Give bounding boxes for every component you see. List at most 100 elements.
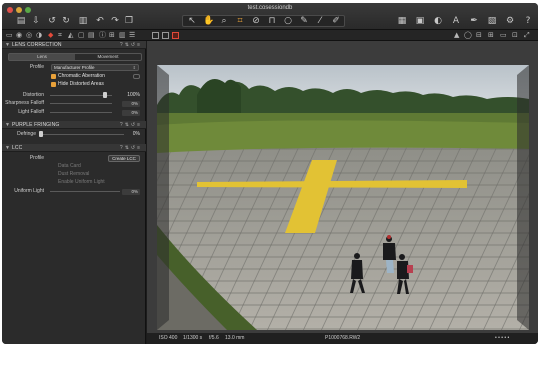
collapse-triangle-icon[interactable]: ▼	[5, 121, 10, 129]
compare-icon[interactable]: ▧	[487, 16, 497, 26]
sharpness-falloff-value[interactable]: 0%	[122, 101, 140, 107]
chromatic-aberration-checkbox[interactable]	[51, 74, 56, 79]
local-adjust-tab-icon[interactable]: ▢	[78, 30, 85, 41]
color-tab-icon[interactable]: ◎	[26, 30, 32, 41]
focus-mask-icon[interactable]: ◯	[464, 30, 472, 41]
profile-select[interactable]: Manufacturer Profile ⇕	[51, 64, 139, 71]
app-window: test.cosessiondb ▤ ⇩ ↺ ↻ ▥ ↶ ↷ ❐ ↖ ✋ ⌕ ⌗…	[2, 3, 538, 344]
exposure-tab-icon[interactable]: ◑	[36, 30, 42, 41]
sharpness-falloff-label: Sharpness Falloff	[5, 100, 44, 106]
window-title: test.cosessiondb	[247, 5, 293, 11]
circle-icon[interactable]: ○	[283, 16, 293, 26]
text-icon[interactable]: A	[451, 16, 461, 26]
folder-icon[interactable]: ▤	[16, 16, 26, 26]
cursor-tools-group: ↖ ✋ ⌕ ⌗ ⊘ ⊓ ○ ✎ ⁄ ✐	[182, 15, 345, 27]
create-lcc-button[interactable]: Create LCC	[108, 155, 140, 162]
photo-preview[interactable]	[157, 65, 529, 330]
navigator-icon[interactable]: ⊡	[512, 30, 518, 41]
purple-fringing-header[interactable]: ▼ PURPLE FRINGING ?⇅↺≡	[2, 121, 146, 129]
library-tab-icon[interactable]: ▭	[6, 30, 13, 41]
aperture-readout: f/5.6	[209, 335, 219, 341]
distortion-label: Distortion	[22, 92, 44, 98]
defringe-slider[interactable]	[40, 134, 124, 135]
focal-length-readout: 13.0 mm	[225, 335, 245, 341]
filename-label: P1000768.RW2	[325, 335, 361, 341]
proof-icon[interactable]: ▭	[500, 30, 507, 41]
trash-icon[interactable]: ▥	[78, 16, 88, 26]
fullscreen-icon[interactable]: ⤢	[524, 30, 530, 41]
shutter-readout: 1/1300 s	[183, 335, 203, 341]
eyedropper-icon[interactable]: ⁄	[315, 16, 325, 26]
section-title: LENS CORRECTION	[12, 42, 62, 48]
profile-label: Profile	[29, 64, 44, 70]
tab-movement[interactable]: Movement	[75, 54, 141, 60]
layout-icon[interactable]: ▣	[415, 16, 425, 26]
adjustments-tab-icon[interactable]: ▤	[88, 30, 95, 41]
guides-icon[interactable]: ⊞	[488, 30, 494, 41]
hide-distorted-label: Hide Distorted Areas	[58, 81, 104, 87]
sharpness-falloff-slider[interactable]	[50, 103, 112, 104]
zoom-icon[interactable]: ⌕	[219, 16, 229, 26]
chromatic-options-button[interactable]	[133, 74, 140, 79]
brush-adjust-icon[interactable]: ✒	[469, 16, 479, 26]
dust-removal-option: Dust Removal	[58, 171, 90, 177]
metadata-tab-icon[interactable]: ⓘ	[99, 30, 106, 41]
capture-tab-icon[interactable]: ◉	[16, 30, 22, 41]
batch-tab-icon[interactable]: ▥	[119, 30, 126, 41]
cursor-icon[interactable]: ↖	[187, 16, 197, 26]
composition-tab-icon[interactable]: ⌗	[58, 30, 62, 41]
view-single-icon[interactable]	[152, 32, 159, 39]
lcc-profile-label: Profile	[29, 155, 44, 161]
annotate-icon[interactable]: ✐	[331, 16, 341, 26]
section-controls[interactable]: ?⇅↺≡	[120, 144, 142, 152]
exposure-icon[interactable]: ◐	[433, 16, 443, 26]
grid-icon[interactable]: ▦	[397, 16, 407, 26]
rating-dots[interactable]: • • • • •	[495, 333, 509, 344]
distortion-value[interactable]: 100%	[114, 92, 140, 99]
section-controls[interactable]: ?⇅↺≡	[120, 121, 142, 129]
section-title: LCC	[12, 145, 23, 151]
iso-readout: ISO 400	[159, 335, 178, 341]
defringe-value[interactable]: 0%	[122, 131, 140, 138]
uniform-light-label: Uniform Light	[14, 188, 44, 194]
distortion-slider-thumb[interactable]	[103, 92, 107, 98]
exposure-warning-icon[interactable]: ▲	[454, 30, 459, 41]
light-falloff-slider[interactable]	[50, 112, 112, 113]
collapse-triangle-icon[interactable]: ▼	[5, 41, 10, 49]
styles-tab-icon[interactable]: ☰	[129, 30, 135, 41]
output-tab-icon[interactable]: ⊞	[109, 30, 115, 41]
defringe-slider-thumb[interactable]	[39, 131, 43, 137]
settings-icon[interactable]: ⚙	[505, 16, 515, 26]
copy-icon[interactable]: ❐	[124, 16, 134, 26]
straighten-icon[interactable]: ⊘	[251, 16, 261, 26]
crop-icon[interactable]: ⌗	[235, 16, 245, 26]
redo-icon[interactable]: ↷	[110, 16, 120, 26]
section-controls[interactable]: ?⇅↺≡	[120, 41, 142, 49]
undo-icon[interactable]: ↶	[95, 16, 105, 26]
tool-panel: ▼ LENS CORRECTION ?⇅↺≡ Lens Movement Pro…	[2, 41, 146, 344]
data-card-option: Data Card	[58, 163, 81, 169]
lens-subtabs: Lens Movement	[8, 53, 142, 61]
view-multi-icon[interactable]	[162, 32, 169, 39]
view-compare-icon[interactable]	[172, 32, 179, 39]
hand-icon[interactable]: ✋	[203, 16, 214, 26]
tab-lens[interactable]: Lens	[9, 54, 75, 60]
collapse-triangle-icon[interactable]: ▼	[5, 144, 10, 152]
light-falloff-label: Light Falloff	[18, 109, 44, 115]
rotate-left-icon[interactable]: ↺	[47, 16, 57, 26]
brush-icon[interactable]: ✎	[299, 16, 309, 26]
status-bar: ISO 400 1/1300 s f/5.6 13.0 mm P1000768.…	[147, 333, 538, 344]
help-icon[interactable]: ?	[523, 16, 533, 26]
tool-tab-bar: ▭ ◉ ◎ ◑ ◆ ⌗ ◭ ▢ ▤ ⓘ ⊞ ▥ ☰ ▲ ◯ ⊟ ⊞ ▭ ⊡ ⤢	[2, 30, 538, 41]
light-falloff-value[interactable]: 0%	[122, 110, 140, 116]
grid-overlay-icon[interactable]: ⊟	[476, 30, 482, 41]
lcc-header[interactable]: ▼ LCC ?⇅↺≡	[2, 144, 146, 152]
hide-distorted-checkbox[interactable]	[51, 82, 56, 87]
keystone-icon[interactable]: ⊓	[267, 16, 277, 26]
import-icon[interactable]: ⇩	[31, 16, 41, 26]
details-tab-icon[interactable]: ◭	[68, 30, 73, 41]
rotate-right-icon[interactable]: ↻	[61, 16, 71, 26]
lens-correction-header[interactable]: ▼ LENS CORRECTION ?⇅↺≡	[2, 41, 146, 49]
lens-tab-icon[interactable]: ◆	[48, 30, 53, 41]
image-viewer[interactable]	[147, 41, 538, 344]
